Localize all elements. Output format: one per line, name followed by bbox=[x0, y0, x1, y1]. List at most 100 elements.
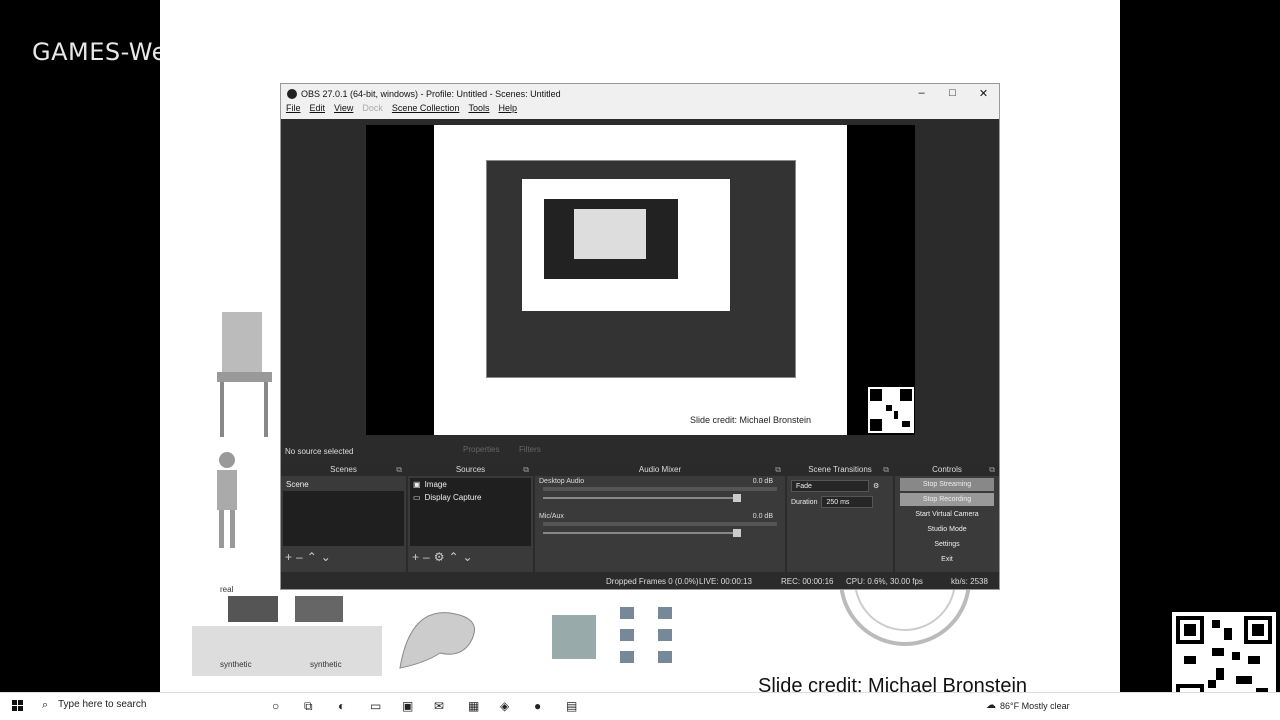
dock-float-icon[interactable]: ⧉ bbox=[396, 464, 402, 476]
taskbar: ⌕ Type here to search ○ ⧉ ◐ ▭ ▣ ✉ ▦ ◈ ● … bbox=[0, 692, 1280, 720]
menu-dock[interactable]: Dock bbox=[362, 103, 383, 119]
remove-icon[interactable]: – bbox=[296, 550, 307, 564]
monitor-icon: ▭ bbox=[413, 493, 421, 502]
transition-select[interactable]: Fade bbox=[791, 480, 869, 492]
properties-button[interactable]: Properties bbox=[463, 445, 499, 454]
menu-scene-collection[interactable]: Scene Collection bbox=[392, 103, 460, 119]
mail-icon[interactable]: ✉ bbox=[434, 699, 444, 713]
move-up-icon[interactable]: ⌃ bbox=[307, 550, 321, 564]
file-explorer-icon[interactable]: ▭ bbox=[370, 699, 381, 713]
powerpoint-icon[interactable]: ▤ bbox=[566, 699, 577, 713]
channel-name: Mic/Aux bbox=[539, 513, 564, 520]
transition-row: Fade ⚙ bbox=[791, 480, 889, 492]
cortana-icon[interactable]: ○ bbox=[272, 699, 279, 713]
menu-edit[interactable]: Edit bbox=[310, 103, 326, 119]
dock-float-icon[interactable]: ⧉ bbox=[775, 464, 781, 476]
dock-float-icon[interactable]: ⧉ bbox=[883, 464, 889, 476]
add-icon[interactable]: + bbox=[412, 550, 423, 564]
mixer-channel-mic: Mic/Aux 0.0 dB bbox=[535, 511, 785, 542]
sources-dock-title: Sources bbox=[455, 465, 486, 474]
scene-transitions-dock: Scene Transitions ⧉ Fade ⚙ Duration 250 m… bbox=[787, 464, 893, 574]
docks-area: Scenes ⧉ Scene +–⌃⌄ Sources ⧉ ▣ Image ▭ Disp… bbox=[281, 464, 999, 574]
preview-qr-code bbox=[868, 387, 914, 433]
status-bar: Dropped Frames 0 (0.0%) LIVE: 00:00:13 R… bbox=[281, 572, 999, 589]
menu-view[interactable]: View bbox=[334, 103, 353, 119]
duration-row: Duration 250 ms bbox=[791, 496, 889, 508]
task-view-icon[interactable]: ⧉ bbox=[304, 699, 313, 714]
stop-streaming-button[interactable]: Stop Streaming bbox=[900, 478, 994, 491]
nested-obs-capture bbox=[486, 160, 796, 378]
rec-timer: REC: 00:00:16 bbox=[781, 577, 834, 586]
preview-slide-credit: Slide credit: Michael Bronstein bbox=[690, 415, 812, 425]
obs-taskbar-icon[interactable]: ● bbox=[534, 699, 541, 713]
controls-dock: Controls ⧉ Stop Streaming Stop Recording … bbox=[895, 464, 999, 574]
3d-shape-illustration bbox=[399, 612, 475, 669]
maximize-button[interactable]: □ bbox=[937, 87, 968, 100]
move-down-icon[interactable]: ⌄ bbox=[463, 550, 477, 564]
scene-item[interactable]: Scene bbox=[283, 478, 404, 491]
nested-slide bbox=[522, 179, 730, 311]
move-up-icon[interactable]: ⌃ bbox=[448, 550, 462, 564]
car-image-synthetic bbox=[295, 596, 343, 622]
gear-icon[interactable]: ⚙ bbox=[873, 482, 879, 490]
close-button[interactable]: ✕ bbox=[968, 87, 999, 100]
app-icon[interactable]: ▦ bbox=[468, 699, 479, 713]
controls-title: Controls bbox=[932, 465, 962, 474]
store-icon[interactable]: ▣ bbox=[402, 699, 413, 713]
source-item[interactable]: ▣ Image bbox=[410, 478, 531, 491]
settings-button[interactable]: Settings bbox=[900, 538, 994, 551]
minimize-button[interactable]: – bbox=[906, 87, 937, 100]
add-icon[interactable]: + bbox=[285, 550, 296, 564]
scenes-dock: Scenes ⧉ Scene +–⌃⌄ bbox=[281, 464, 406, 574]
volume-slider[interactable] bbox=[543, 529, 741, 537]
windows-start-icon[interactable] bbox=[12, 700, 24, 712]
source-item[interactable]: ▭ Display Capture bbox=[410, 491, 531, 504]
volume-meter bbox=[543, 487, 777, 491]
label-real: real bbox=[220, 585, 234, 594]
volume-meter bbox=[543, 522, 777, 526]
window-title: OBS 27.0.1 (64-bit, windows) - Profile: … bbox=[301, 88, 561, 99]
scene-transitions-title: Scene Transitions bbox=[808, 465, 872, 474]
gear-icon[interactable]: ⚙ bbox=[434, 550, 449, 564]
edge-icon[interactable]: ◐ bbox=[338, 699, 345, 713]
source-toolbar: No source selected Properties Filters bbox=[281, 441, 999, 461]
taskbar-search-input[interactable]: Type here to search bbox=[58, 699, 146, 710]
title-bar[interactable]: OBS 27.0.1 (64-bit, windows) - Profile: … bbox=[281, 84, 999, 103]
remove-icon[interactable]: – bbox=[423, 550, 434, 564]
dock-float-icon[interactable]: ⧉ bbox=[989, 464, 995, 476]
menu-file[interactable]: File bbox=[286, 103, 301, 119]
duration-input[interactable]: 250 ms bbox=[821, 496, 874, 508]
dock-float-icon[interactable]: ⧉ bbox=[523, 464, 529, 476]
channel-db: 0.0 dB bbox=[752, 513, 773, 520]
scenes-dock-title: Scenes bbox=[330, 465, 357, 474]
sources-dock: Sources ⧉ ▣ Image ▭ Display Capture +–⚙⌃⌄ bbox=[408, 464, 533, 574]
stop-recording-button[interactable]: Stop Recording bbox=[900, 493, 994, 506]
obs-window[interactable]: OBS 27.0.1 (64-bit, windows) - Profile: … bbox=[280, 83, 1000, 590]
preview-canvas[interactable]: Slide credit: Michael Bronstein bbox=[366, 125, 915, 435]
filters-button[interactable]: Filters bbox=[519, 445, 541, 454]
volume-slider[interactable] bbox=[543, 494, 741, 502]
exit-button[interactable]: Exit bbox=[900, 553, 994, 566]
move-down-icon[interactable]: ⌄ bbox=[321, 550, 335, 564]
scenes-list: Scene bbox=[283, 478, 404, 546]
weather-text: 86°F Mostly clear bbox=[1000, 701, 1070, 711]
car-image-real bbox=[228, 596, 278, 622]
screen: GAMES-We real synthetic synthetic Slide … bbox=[0, 0, 1280, 720]
studio-mode-button[interactable]: Studio Mode bbox=[900, 523, 994, 536]
menu-tools[interactable]: Tools bbox=[468, 103, 489, 119]
dropped-frames: Dropped Frames 0 (0.0%) bbox=[606, 577, 699, 586]
live-timer: LIVE: 00:00:13 bbox=[699, 577, 752, 586]
menu-help[interactable]: Help bbox=[498, 103, 517, 119]
nested-obs-capture-2 bbox=[544, 199, 678, 279]
start-virtual-camera-button[interactable]: Start Virtual Camera bbox=[900, 508, 994, 521]
audio-mixer-dock: Audio Mixer ⧉ Desktop Audio 0.0 dB Mic/Au… bbox=[535, 464, 785, 574]
nested-slide-2 bbox=[574, 209, 646, 259]
watermark-title: GAMES-We bbox=[32, 38, 167, 66]
weather-icon: ☁ bbox=[986, 700, 996, 711]
bitrate: kb/s: 2538 bbox=[951, 577, 988, 586]
app-icon[interactable]: ◈ bbox=[500, 699, 509, 713]
preview-slide: Slide credit: Michael Bronstein bbox=[434, 125, 914, 435]
label-synthetic-left: synthetic bbox=[220, 660, 252, 669]
obs-logo-icon bbox=[287, 88, 297, 99]
armchair-image bbox=[552, 615, 596, 659]
